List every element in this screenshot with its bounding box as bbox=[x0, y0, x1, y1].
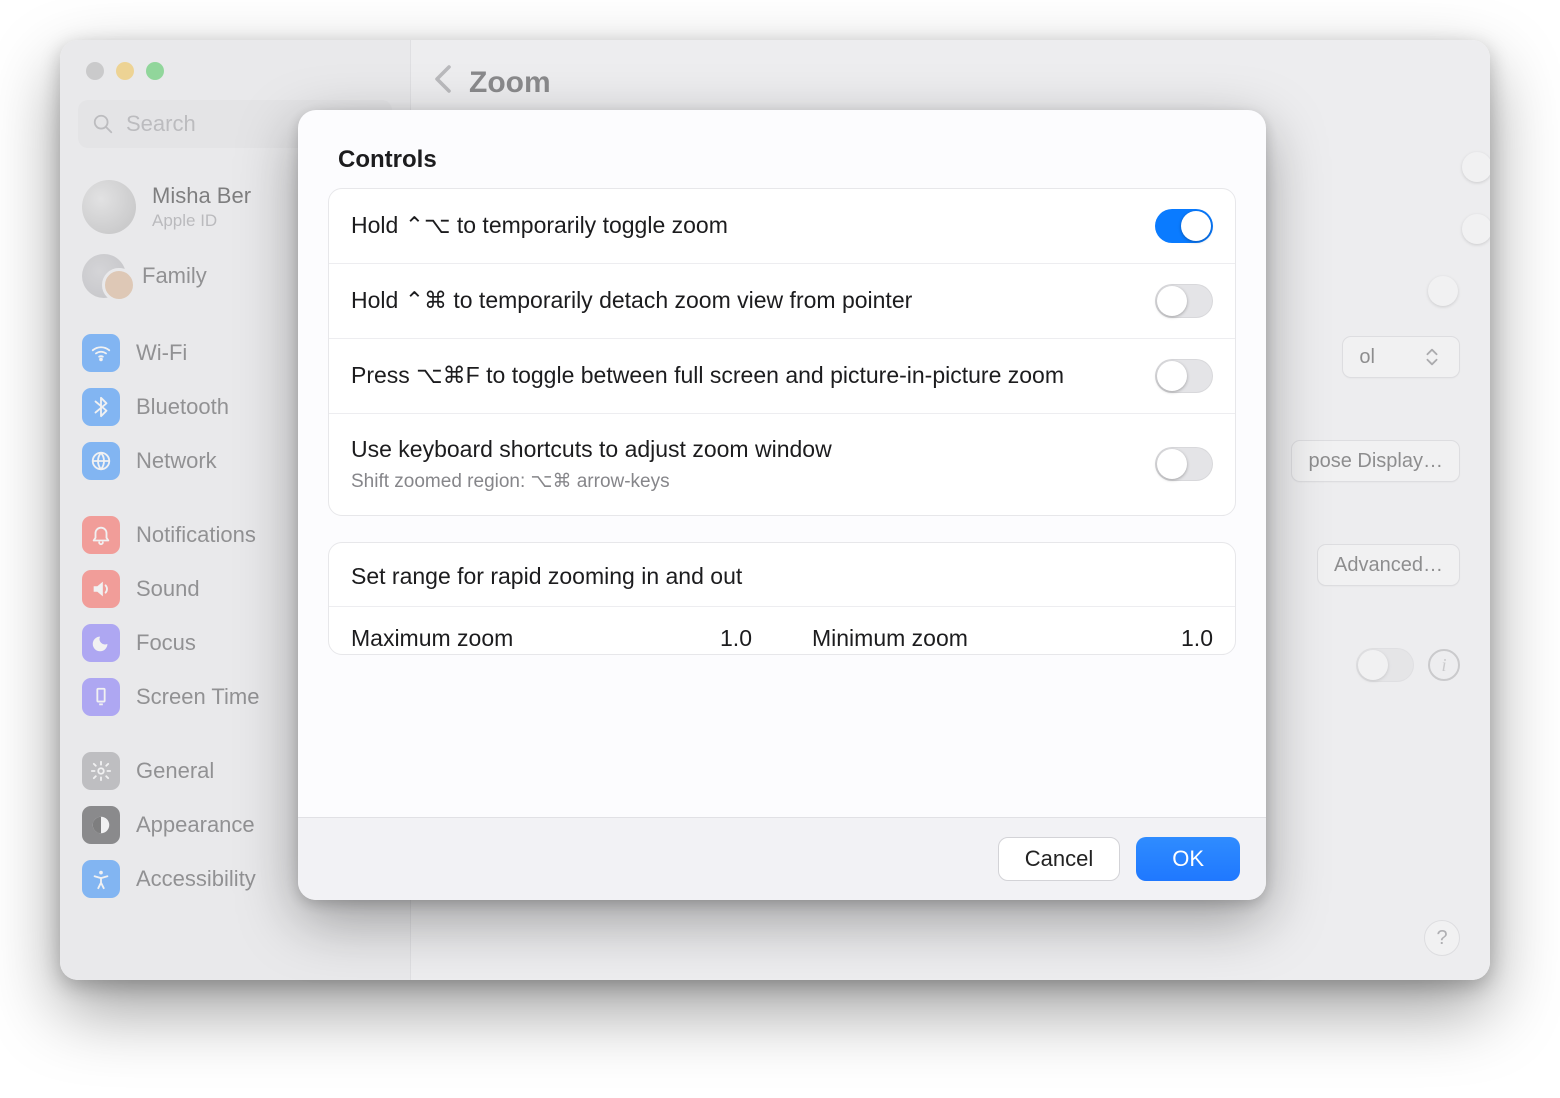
row-label: Hold ⌃⌘ to temporarily detach zoom view … bbox=[351, 285, 1137, 316]
cancel-button[interactable]: Cancel bbox=[998, 837, 1120, 881]
zoom-range-card: Set range for rapid zooming in and out M… bbox=[328, 542, 1236, 655]
section-header: Controls bbox=[298, 136, 1266, 188]
zoom-advanced-sheet: Controls Hold ⌃⌥ to temporarily toggle z… bbox=[298, 110, 1266, 900]
row-sublabel: Shift zoomed region: ⌥⌘ arrow-keys bbox=[351, 469, 1137, 495]
max-zoom-value: 1.0 bbox=[720, 625, 752, 652]
min-zoom-value: 1.0 bbox=[1181, 625, 1213, 652]
sheet-footer: Cancel OK bbox=[298, 817, 1266, 900]
row-label: Use keyboard shortcuts to adjust zoom wi… bbox=[351, 434, 1137, 465]
controls-row: Use keyboard shortcuts to adjust zoom wi… bbox=[329, 413, 1235, 515]
row-label: Press ⌥⌘F to toggle between full screen … bbox=[351, 360, 1137, 391]
ok-button[interactable]: OK bbox=[1136, 837, 1240, 881]
row-toggle[interactable] bbox=[1155, 359, 1213, 393]
controls-card: Hold ⌃⌥ to temporarily toggle zoom Hold … bbox=[328, 188, 1236, 516]
controls-row: Press ⌥⌘F to toggle between full screen … bbox=[329, 338, 1235, 413]
row-toggle[interactable] bbox=[1155, 209, 1213, 243]
controls-row: Hold ⌃⌥ to temporarily toggle zoom bbox=[329, 189, 1235, 263]
min-zoom-label: Minimum zoom bbox=[812, 625, 968, 652]
max-zoom-label: Maximum zoom bbox=[351, 625, 513, 652]
range-header: Set range for rapid zooming in and out bbox=[329, 543, 1235, 607]
row-toggle[interactable] bbox=[1155, 447, 1213, 481]
row-label: Hold ⌃⌥ to temporarily toggle zoom bbox=[351, 210, 1137, 241]
row-toggle[interactable] bbox=[1155, 284, 1213, 318]
controls-row: Hold ⌃⌘ to temporarily detach zoom view … bbox=[329, 263, 1235, 338]
